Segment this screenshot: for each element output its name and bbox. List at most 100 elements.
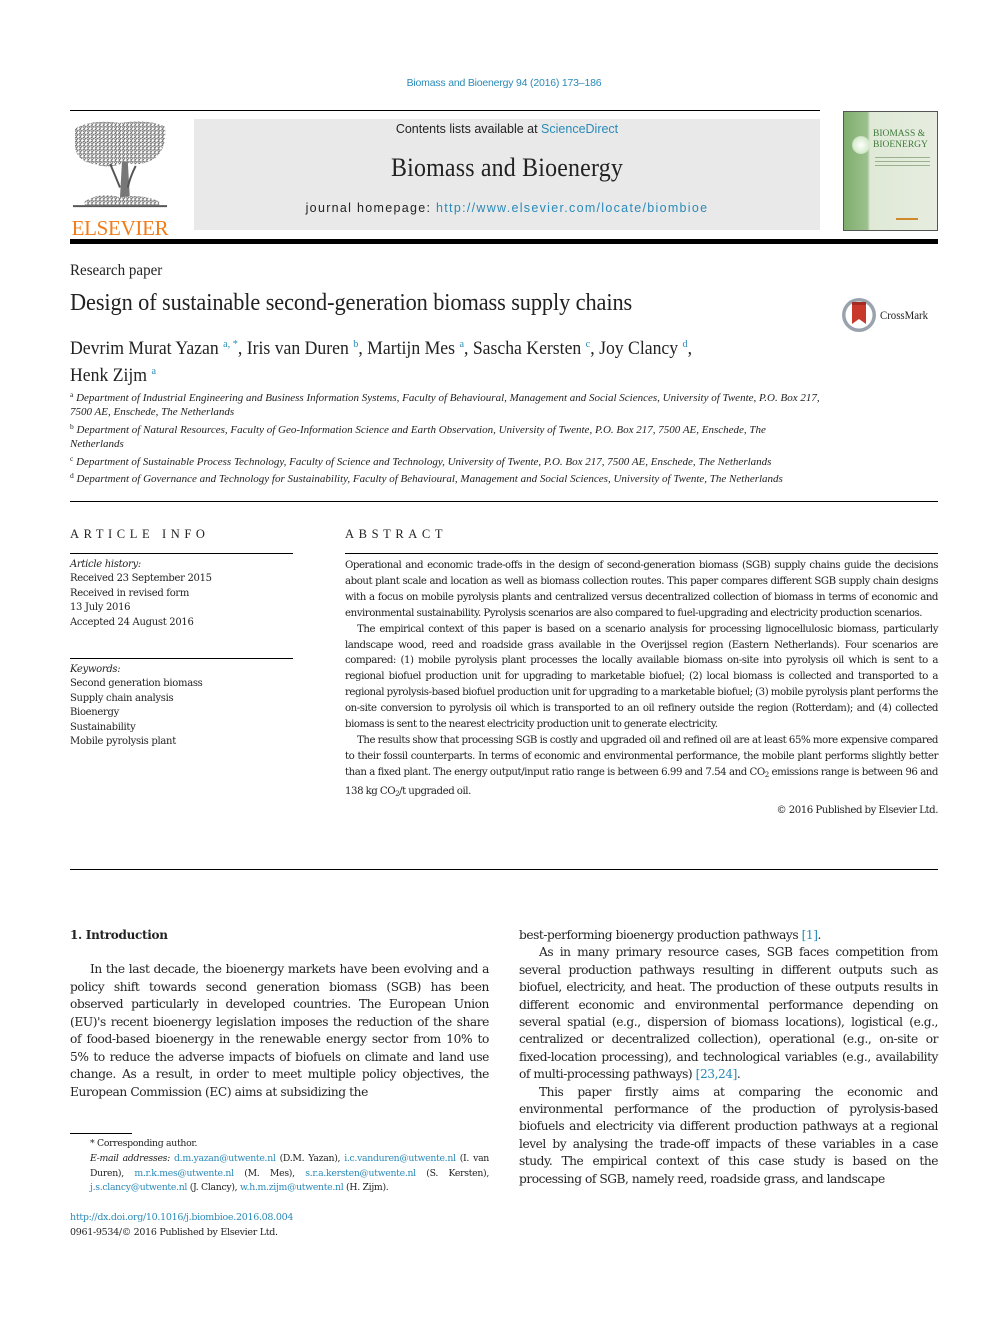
- abstract-heading: ABSTRACT: [345, 527, 448, 541]
- doi-block: http://dx.doi.org/10.1016/j.biombioe.201…: [70, 1210, 293, 1240]
- keyword: Supply chain analysis: [70, 692, 174, 704]
- affiliation: d Department of Governance and Technolog…: [70, 469, 820, 486]
- history-item: Accepted 24 August 2016: [70, 616, 194, 628]
- divider: [70, 869, 938, 870]
- author-name[interactable]: Martijn Mes: [367, 338, 455, 359]
- doi-link[interactable]: http://dx.doi.org/10.1016/j.biombioe.201…: [70, 1212, 293, 1223]
- affiliation-text: Department of Industrial Engineering and…: [70, 392, 820, 419]
- email-link[interactable]: m.r.k.mes@utwente.nl: [134, 1168, 234, 1179]
- divider: [70, 501, 938, 502]
- homepage-line: journal homepage: http://www.elsevier.co…: [194, 201, 820, 215]
- email-link[interactable]: s.r.a.kersten@utwente.nl: [305, 1168, 416, 1179]
- article-history: Article history: Received 23 September 2…: [70, 558, 212, 630]
- email-owner: (J. Clancy),: [187, 1182, 240, 1194]
- divider: [70, 110, 820, 111]
- author-name[interactable]: Devrim Murat Yazan: [70, 338, 219, 359]
- author-separator: ,: [590, 338, 600, 359]
- header-divider: [70, 239, 938, 244]
- elsevier-logo[interactable]: ELSEVIER: [68, 118, 172, 240]
- citation-link[interactable]: [23,24]: [696, 1067, 738, 1081]
- affiliation-key: d: [70, 471, 74, 481]
- article-title: Design of sustainable second-generation …: [70, 290, 633, 316]
- email-owner: (H. Zijm).: [343, 1182, 389, 1194]
- crossmark-icon: [842, 298, 876, 332]
- body-paragraph: This paper firstly aims at comparing the…: [519, 1084, 938, 1186]
- keyword: Second generation biomass: [70, 678, 203, 690]
- author-name[interactable]: Sascha Kersten: [473, 338, 581, 359]
- contents-prefix: Contents lists available at: [395, 122, 542, 136]
- affiliation-key: c: [70, 453, 74, 463]
- email-link[interactable]: i.c.vanduren@utwente.nl: [344, 1153, 456, 1164]
- author-list: Devrim Murat Yazan a, *, Iris van Duren …: [70, 333, 777, 387]
- journal-masthead: Contents lists available at ScienceDirec…: [194, 119, 820, 230]
- email-owner: (S. Kersten),: [415, 1167, 489, 1179]
- author-affiliation-marker[interactable]: a, *: [223, 338, 238, 350]
- crossmark-button[interactable]: CrossMark: [841, 297, 933, 333]
- email-addresses: E-mail addresses: d.m.yazan@utwente.nl (…: [70, 1152, 489, 1196]
- elsevier-tree-icon: [72, 121, 168, 208]
- affiliation-key: b: [70, 421, 74, 431]
- author-separator: ,: [463, 338, 473, 359]
- divider: [70, 658, 293, 659]
- keyword: Sustainability: [70, 721, 136, 733]
- journal-citation-link[interactable]: Biomass and Bioenergy 94 (2016) 173–186: [0, 77, 992, 89]
- footnotes: * Corresponding author. E-mail addresses…: [70, 1137, 489, 1196]
- cover-text-lines: [875, 157, 930, 169]
- homepage-prefix: journal homepage:: [305, 201, 437, 215]
- text-run: /t upgraded oil.: [399, 785, 471, 797]
- affiliation: b Department of Natural Resources, Facul…: [70, 420, 820, 452]
- cover-title-line: BIOENERGY: [873, 140, 928, 150]
- journal-name: Biomass and Bioenergy: [391, 153, 623, 182]
- body-column-right: best-performing bioenergy production pat…: [519, 927, 938, 1188]
- article-type: Research paper: [70, 262, 163, 279]
- author-name[interactable]: Henk Zijm: [70, 365, 147, 386]
- abstract-paragraph: The results show that processing SGB is …: [345, 733, 938, 803]
- body-paragraph: best-performing bioenergy production pat…: [519, 927, 938, 944]
- divider: [345, 553, 938, 554]
- sciencedirect-link[interactable]: ScienceDirect: [541, 122, 618, 136]
- journal-cover-thumbnail[interactable]: BIOMASS & BIOENERGY: [843, 111, 938, 231]
- body-column-left: In the last decade, the bioenergy market…: [70, 961, 489, 1101]
- citation-link[interactable]: [1]: [802, 928, 818, 942]
- history-item: 13 July 2016: [70, 602, 131, 614]
- history-item: Received 23 September 2015: [70, 573, 212, 585]
- divider: [70, 553, 293, 554]
- affiliation-key: a: [70, 390, 74, 399]
- email-owner: (M. Mes),: [233, 1167, 306, 1179]
- affiliations: a Department of Industrial Engineering a…: [70, 388, 820, 486]
- affiliation-text: Department of Sustainable Process Techno…: [76, 455, 772, 468]
- body-paragraph: As in many primary resource cases, SGB f…: [519, 944, 938, 1083]
- author-name[interactable]: Iris van Duren: [247, 338, 349, 359]
- text-run: best-performing bioenergy production pat…: [519, 928, 802, 942]
- keyword: Bioenergy: [70, 707, 119, 719]
- text-run: .: [817, 928, 822, 942]
- cover-sun-graphic: [852, 136, 870, 154]
- abstract-paragraph: The empirical context of this paper is b…: [345, 623, 938, 731]
- cover-title-line: BIOMASS &: [873, 129, 925, 139]
- email-label: E-mail addresses:: [90, 1152, 170, 1164]
- section-heading: 1. Introduction: [70, 928, 168, 942]
- homepage-link[interactable]: http://www.elsevier.com/locate/biombioe: [436, 201, 708, 215]
- affiliation-text: Department of Governance and Technology …: [76, 473, 783, 486]
- email-link[interactable]: w.h.m.zijm@utwente.nl: [240, 1182, 344, 1193]
- crossmark-label: CrossMark: [880, 307, 929, 322]
- author-affiliation-marker[interactable]: a: [151, 365, 156, 377]
- issn-copyright: 0961-9534/© 2016 Published by Elsevier L…: [70, 1227, 278, 1238]
- affiliation-text: Department of Natural Resources, Faculty…: [70, 423, 766, 451]
- abstract-paragraph: Operational and economic trade-offs in t…: [345, 560, 938, 619]
- email-link[interactable]: d.m.yazan@utwente.nl: [174, 1153, 276, 1164]
- author-name[interactable]: Joy Clancy: [599, 338, 678, 359]
- history-item: Received in revised form: [70, 587, 190, 599]
- affiliation: c Department of Sustainable Process Tech…: [70, 452, 820, 469]
- keywords-label: Keywords:: [70, 664, 121, 675]
- abstract-copyright: © 2016 Published by Elsevier Ltd.: [776, 804, 938, 816]
- contents-line: Contents lists available at ScienceDirec…: [194, 122, 820, 136]
- cover-title: BIOMASS & BIOENERGY: [873, 129, 928, 151]
- keywords: Keywords: Second generation biomass Supp…: [70, 663, 203, 749]
- footnote-divider: [70, 1133, 132, 1134]
- text-run: As in many primary resource cases, SGB f…: [519, 945, 938, 1082]
- email-link[interactable]: j.s.clancy@utwente.nl: [90, 1182, 187, 1193]
- keyword: Mobile pyrolysis plant: [70, 736, 176, 748]
- text-run: .: [736, 1067, 741, 1082]
- elsevier-wordmark: ELSEVIER: [71, 216, 169, 240]
